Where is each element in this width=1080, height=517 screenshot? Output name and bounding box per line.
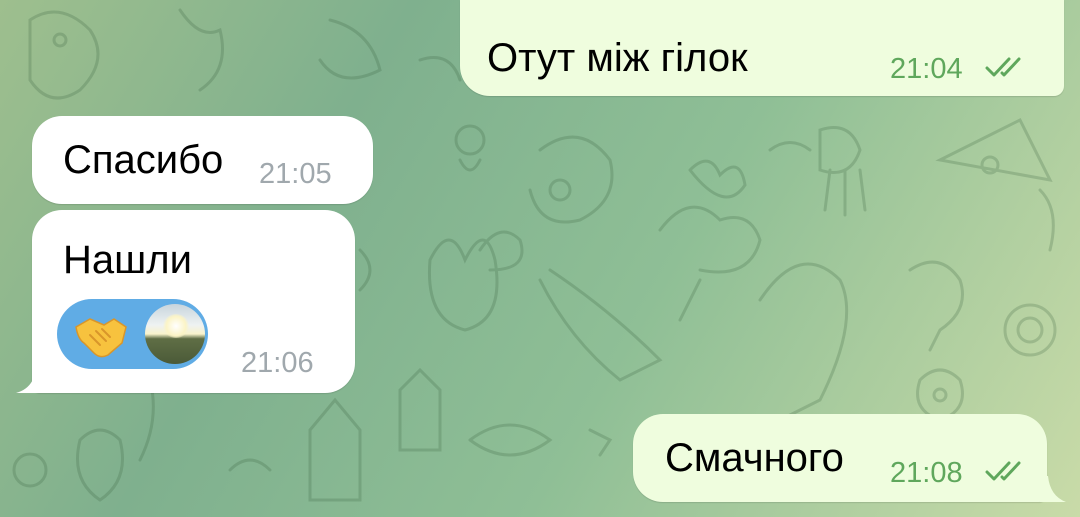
message-time: 21:05 — [259, 158, 332, 190]
avatar-sun — [163, 314, 189, 338]
reactor-avatar[interactable] — [145, 304, 205, 364]
double-check-read-icon — [985, 461, 1021, 481]
message-text: Нашли — [63, 238, 192, 282]
chat-background: Отут між гілок 21:04 Спасибо 21:05 Нашли… — [0, 0, 1080, 517]
message-text: Смачного — [665, 436, 844, 480]
handshake-icon — [75, 318, 127, 358]
incoming-bubble-tail — [16, 368, 44, 393]
message-time: 21:06 — [241, 347, 314, 379]
double-check-read-icon — [985, 57, 1021, 77]
message-time: 21:08 — [890, 457, 963, 489]
message-text: Спасибо — [63, 138, 224, 182]
message-time: 21:04 — [890, 53, 963, 85]
outgoing-bubble-tail — [1040, 476, 1066, 502]
message-text: Отут між гілок — [487, 36, 748, 80]
